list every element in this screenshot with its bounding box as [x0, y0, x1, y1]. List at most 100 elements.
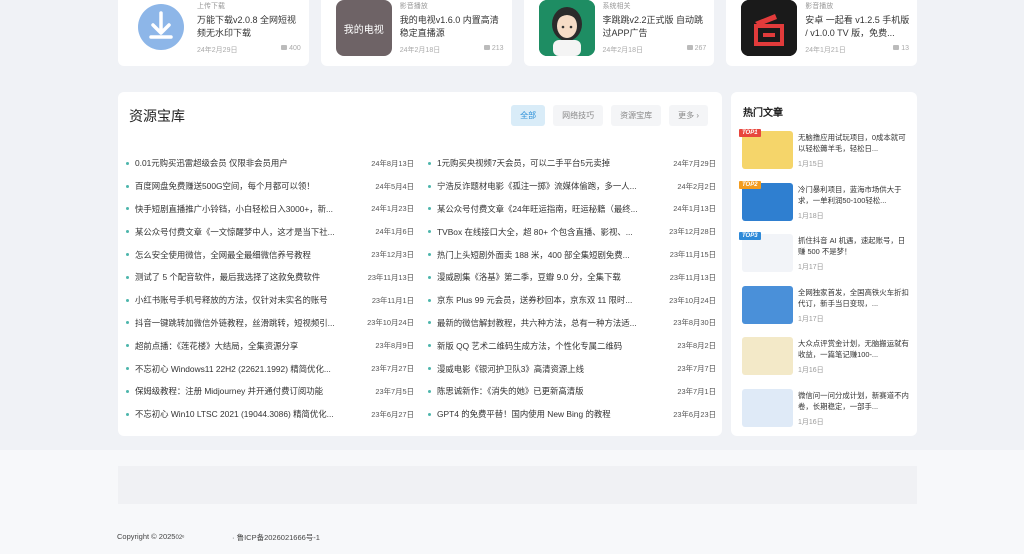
bullet-dot-icon — [428, 184, 431, 188]
comment-icon — [893, 45, 900, 50]
list-item-title[interactable]: 某公众号付费文章《一文惊醒梦中人，这才是当下社... — [135, 226, 375, 238]
list-item-title[interactable]: 新版 QQ 艺术二维码生成方法，个性化专属二维码 — [437, 340, 677, 352]
list-item[interactable]: 陈思诚新作：《消失的她》已更新高清版 23年7月1日 — [428, 380, 716, 403]
hot-article-item[interactable]: 大众点评赏金计划，无脑搬运就有收益，一篇笔记赚100-... 1月16日 — [742, 335, 914, 381]
hot-article-title[interactable]: 抓住抖音 AI 机遇，速起账号，日赚 500 不是梦！ — [798, 235, 909, 257]
list-item-title[interactable]: 不忘初心 Windows11 22H2 (22621.1992) 精简优化... — [135, 363, 371, 375]
list-item-title[interactable]: 0.01元购买迅雷超级会员 仅限非会员用户 — [135, 157, 371, 169]
list-item-title[interactable]: 测试了 5 个配音软件，最后我选择了这款免费软件 — [135, 271, 368, 283]
list-item-title[interactable]: 抖音一键跳转加微信外链教程，丝滑跳转，短视频引... — [135, 317, 367, 329]
list-item-title[interactable]: 宁浩反诈题材电影《孤注一掷》流媒体偷跑，多一人... — [437, 180, 677, 192]
resource-list-right: 1元购买央视频7天会员，可以二手平台5元卖掉 24年7月29日 宁浩反诈题材电影《孤… — [428, 152, 716, 426]
hot-article-date: 1月16日 — [798, 418, 824, 426]
article-thumbnail[interactable] — [742, 285, 793, 324]
app-title[interactable]: 安卓 一起看 v1.2.5 手机版 / v1.0.0 TV 版，免费... — [805, 14, 911, 40]
app-category: 系统相关 — [602, 3, 631, 10]
app-title[interactable]: 万能下载v2.0.8 全网短视频无水印下载 — [197, 14, 303, 40]
list-item[interactable]: 超前点播：《莲花楼》大结局，全集资源分享 23年8月9日 — [126, 334, 414, 357]
bullet-dot-icon — [126, 184, 129, 188]
list-item[interactable]: 测试了 5 个配音软件，最后我选择了这款免费软件 23年11月13日 — [126, 266, 414, 289]
list-item[interactable]: 不忘初心 Windows11 22H2 (22621.1992) 精简优化...… — [126, 357, 414, 380]
list-item[interactable]: 京东 Plus 99 元会员，送券秒回本，京东双 11 限时... 23年10月2… — [428, 289, 716, 312]
hot-article-item[interactable]: TOP1 无脑撸应用试玩项目，0成本就可以轻松薅羊毛，轻松日... 1月15日 — [739, 129, 914, 175]
list-item-date: 23年7月27日 — [371, 364, 414, 374]
list-item-title[interactable]: 保姆级教程：注册 Midjourney 并开通付费订阅功能 — [135, 385, 375, 397]
hot-article-title[interactable]: 大众点评赏金计划，无脑搬运就有收益，一篇笔记赚100-... — [798, 338, 909, 360]
tab-resources[interactable]: 资源宝库 — [611, 105, 662, 126]
comment-count-value: 213 — [491, 45, 504, 52]
article-thumbnail[interactable] — [742, 388, 793, 427]
girl-avatar-icon[interactable] — [538, 0, 595, 56]
resource-list-left: 0.01元购买迅雷超级会员 仅限非会员用户 24年8月13日 百度网盘免费赚送500… — [126, 152, 414, 426]
hot-article-title[interactable]: 全网独家首发，全国高铁火车折扣代订，新手当日变现，... — [798, 287, 909, 309]
list-item[interactable]: 百度网盘免费赚送500G空间，每个月都可以领！ 24年5月4日 — [126, 175, 414, 198]
list-item[interactable]: TVBox 在线接口大全，超 80+ 个包含直播、影视、... 23年12月28日 — [428, 220, 716, 243]
list-item-title[interactable]: 漫威电影《银河护卫队3》高清资源上线 — [437, 363, 677, 375]
list-item-title[interactable]: 陈思诚新作：《消失的她》已更新高清版 — [437, 385, 677, 397]
hot-article-item[interactable]: TOP3 抓住抖音 AI 机遇，速起账号，日赚 500 不是梦！ 1月17日 — [739, 232, 914, 278]
tv-icon[interactable]: 我的电视 — [335, 0, 392, 56]
app-card[interactable]: 系统相关 李跳跳v2.2正式版 自动跳过APP广告 24年2月18日 267 — [523, 0, 715, 66]
icp-link[interactable]: · 鲁ICP备2026021666号-1 — [232, 532, 320, 543]
list-item[interactable]: 不忘初心 Win10 LTSC 2021 (19044.3086) 精简优化..… — [126, 403, 414, 426]
list-item[interactable]: 0.01元购买迅雷超级会员 仅限非会员用户 24年8月13日 — [126, 152, 414, 175]
hot-article-item[interactable]: TOP2 冷门暴利项目，蓝海市场供大于求，一单利润50-100轻松... 1月18日 — [739, 180, 914, 227]
hot-article-item[interactable]: 全网独家首发，全国高铁火车折扣代订，新手当日变现，... 1月17日 — [742, 284, 914, 330]
list-item[interactable]: 保姆级教程：注册 Midjourney 并开通付费订阅功能 23年7月5日 — [126, 380, 414, 403]
tv-box-icon[interactable] — [741, 0, 798, 56]
list-item-title[interactable]: TVBox 在线接口大全，超 80+ 个包含直播、影视、... — [437, 226, 669, 238]
app-title[interactable]: 李跳跳v2.2正式版 自动跳过APP广告 — [603, 14, 709, 40]
list-item-title[interactable]: 京东 Plus 99 元会员，送券秒回本，京东双 11 限时... — [437, 294, 669, 306]
hot-article-title[interactable]: 冷门暴利项目，蓝海市场供大于求，一单利润50-100轻松... — [798, 184, 909, 206]
list-item-date: 23年11月1日 — [371, 295, 414, 305]
list-item-title[interactable]: 不忘初心 Win10 LTSC 2021 (19044.3086) 精简优化..… — [135, 408, 371, 420]
copyright-label: Copyright © 2025 — [117, 532, 176, 541]
list-item-title[interactable]: 最新的微信解封教程，共六种方法，总有一种方法适... — [437, 317, 673, 329]
list-item-title[interactable]: 快手短剧直播推广小铃铛，小白轻松日入3000+，新... — [135, 203, 371, 215]
list-item[interactable]: 新版 QQ 艺术二维码生成方法，个性化专属二维码 23年8月2日 — [428, 334, 716, 357]
hot-article-item[interactable]: 微信问一问分成计划，新赛道不内卷，长期稳定，一部手... 1月16日 — [742, 387, 914, 433]
app-title[interactable]: 我的电视v1.6.0 内置高清稳定直播源 — [400, 14, 506, 40]
list-item-title[interactable]: 1元购买央视频7天会员，可以二手平台5元卖掉 — [437, 157, 673, 169]
download-icon[interactable] — [133, 0, 189, 56]
list-item[interactable]: 小红书账号手机号释放的方法，仅针对未实名的账号 23年11月1日 — [126, 289, 414, 312]
list-item[interactable]: 漫威电影《银河护卫队3》高清资源上线 23年7月7日 — [428, 357, 716, 380]
rank-badge: TOP1 — [739, 129, 761, 137]
app-category: 影音播放 — [805, 3, 834, 10]
list-item-title[interactable]: 某公众号付费文章《24年旺运指南，旺运秘籍（最终... — [437, 203, 673, 215]
list-item-title[interactable]: 热门上头短剧外面卖 188 米，400 部全集短剧免费... — [437, 249, 670, 261]
list-item-title[interactable]: 百度网盘免费赚送500G空间，每个月都可以领！ — [135, 180, 375, 192]
article-thumbnail[interactable] — [742, 337, 793, 375]
list-item-date: 23年6月23日 — [673, 409, 716, 419]
list-item[interactable]: 快手短剧直播推广小铃铛，小白轻松日入3000+，新... 24年1月23日 — [126, 198, 414, 221]
list-item-date: 23年6月27日 — [371, 409, 414, 419]
tab-all[interactable]: 全部 — [511, 105, 546, 126]
tab-more[interactable]: 更多 › — [669, 105, 708, 126]
list-item[interactable]: GPT4 的免费平替！国内使用 New Bing 的教程 23年6月23日 — [428, 403, 716, 426]
hot-article-date: 1月15日 — [798, 161, 824, 168]
list-item-date: 24年7月29日 — [673, 158, 716, 168]
list-item-title[interactable]: 漫威剧集《洛基》第二季，豆瓣 9.0 分，全集下载 — [437, 271, 670, 283]
list-item-title[interactable]: 小红书账号手机号释放的方法，仅针对未实名的账号 — [135, 294, 372, 306]
copyright-suffix: 02ᵉ — [175, 535, 185, 541]
list-item-title[interactable]: 超前点播：《莲花楼》大结局，全集资源分享 — [135, 340, 375, 352]
list-item[interactable]: 某公众号付费文章《24年旺运指南，旺运秘籍（最终... 24年1月13日 — [428, 198, 716, 221]
list-item[interactable]: 最新的微信解封教程，共六种方法，总有一种方法适... 23年8月30日 — [428, 312, 716, 335]
bullet-dot-icon — [126, 389, 129, 393]
app-card[interactable]: 我的电视 影音播放 我的电视v1.6.0 内置高清稳定直播源 24年2月18日 … — [320, 0, 512, 66]
list-item[interactable]: 抖音一键跳转加微信外链教程，丝滑跳转，短视频引... 23年10月24日 — [126, 312, 414, 335]
hot-article-title[interactable]: 无脑撸应用试玩项目，0成本就可以轻松薅羊毛，轻松日... — [798, 132, 909, 154]
tab-network-tips[interactable]: 网络技巧 — [553, 105, 604, 126]
list-item-title[interactable]: 怎么安全使用微信，全网最全最细微信养号教程 — [135, 249, 371, 261]
list-item[interactable]: 某公众号付费文章《一文惊醒梦中人，这才是当下社... 24年1月6日 — [126, 220, 414, 243]
hot-article-title[interactable]: 微信问一问分成计划，新赛道不内卷，长期稳定，一部手... — [798, 390, 909, 412]
list-item[interactable]: 漫威剧集《洛基》第二季，豆瓣 9.0 分，全集下载 23年11月13日 — [428, 266, 716, 289]
bullet-dot-icon — [428, 207, 431, 211]
list-item[interactable]: 宁浩反诈题材电影《孤注一掷》流媒体偷跑，多一人... 24年2月2日 — [428, 175, 716, 198]
list-item-title[interactable]: GPT4 的免费平替！国内使用 New Bing 的教程 — [437, 408, 673, 420]
list-item[interactable]: 怎么安全使用微信，全网最全最细微信养号教程 23年12月3日 — [126, 243, 414, 266]
list-item[interactable]: 1元购买央视频7天会员，可以二手平台5元卖掉 24年7月29日 — [428, 152, 716, 175]
app-card[interactable]: 影音播放 安卓 一起看 v1.2.5 手机版 / v1.0.0 TV 版，免费.… — [726, 0, 917, 66]
app-card[interactable]: 上传下载 万能下载v2.0.8 全网短视频无水印下载 24年2月29日 400 — [118, 0, 309, 66]
list-item[interactable]: 热门上头短剧外面卖 188 米，400 部全集短剧免费... 23年11月15日 — [428, 243, 716, 266]
